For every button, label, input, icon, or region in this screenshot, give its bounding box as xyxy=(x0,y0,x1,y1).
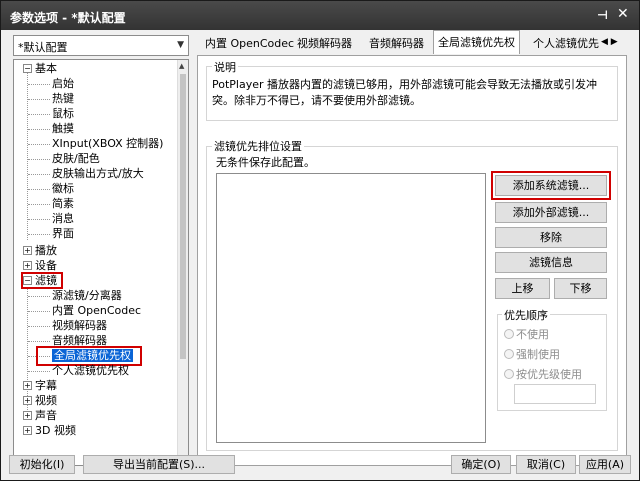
filter-info-button[interactable]: 滤镜信息 xyxy=(495,252,607,273)
tree-item-interface[interactable]: 界面 xyxy=(52,226,74,241)
radio-force-use[interactable]: 强制使用 xyxy=(504,346,560,362)
tab-global-filter-priority[interactable]: 全局滤镜优先权 xyxy=(433,30,520,54)
tab-opencodec[interactable]: 内置 OpenCodec xyxy=(201,32,298,52)
radio-label: 不使用 xyxy=(516,328,549,341)
priority-order-heading: 优先顺序 xyxy=(502,307,550,323)
tab-scroll-arrows[interactable]: ◀ ▶ xyxy=(601,37,618,47)
remove-button[interactable]: 移除 xyxy=(495,227,607,248)
tree-item-logo[interactable]: 徽标 xyxy=(52,181,74,196)
export-config-button[interactable]: 导出当前配置(S)... xyxy=(83,455,235,474)
tree-item-simple[interactable]: 简素 xyxy=(52,196,74,211)
priority-note: 无条件保存此配置。 xyxy=(216,156,315,169)
move-down-button[interactable]: 下移 xyxy=(554,278,607,299)
priority-heading: 滤镜优先排位设置 xyxy=(212,138,304,154)
tree-item-3d-video[interactable]: +3D 视频 xyxy=(23,423,76,438)
tree-item-touch[interactable]: 触摸 xyxy=(52,121,74,136)
radio-use-by-priority[interactable]: 按优先级使用 xyxy=(504,366,582,382)
tree-item-skin[interactable]: 皮肤/配色 xyxy=(52,151,100,166)
tree-item-audio[interactable]: + 声音 xyxy=(23,408,57,423)
tree-item-device[interactable]: + 设备 xyxy=(23,258,57,273)
tree-item-skin-output[interactable]: 皮肤输出方式/放大 xyxy=(52,166,144,181)
title-bar[interactable]: 参数选项 - *默认配置 ⊣ ✕ xyxy=(1,1,639,30)
tree-item-personal-filter-priority[interactable]: 个人滤镜优先权 xyxy=(52,363,129,378)
tree-item-source-filter[interactable]: 源滤镜/分离器 xyxy=(52,288,122,303)
priority-value-input[interactable] xyxy=(514,384,596,404)
tree-item-startup[interactable]: 启始 xyxy=(52,76,74,91)
tree-item-video[interactable]: + 视频 xyxy=(23,393,57,408)
settings-tree[interactable]: − 基本 启始 热键 鼠标 触摸 XInput(XBOX 控制器) 皮肤/配色 皮… xyxy=(13,59,189,466)
preferences-window: 参数选项 - *默认配置 ⊣ ✕ *默认配置 ▼ − 基本 启始 热键 鼠标 触摸… xyxy=(0,0,640,481)
tree-item-mouse[interactable]: 鼠标 xyxy=(52,106,74,121)
scrollbar-thumb[interactable] xyxy=(180,74,186,359)
description-line-1: PotPlayer 播放器内置的滤镜已够用，用外部滤镜可能会导致无法播放或引发冲 xyxy=(212,78,598,91)
ok-button[interactable]: 确定(O) xyxy=(451,455,511,474)
apply-button[interactable]: 应用(A) xyxy=(579,455,631,474)
tree-item-subtitle[interactable]: + 字幕 xyxy=(23,378,57,393)
tree-label: 视频 xyxy=(35,394,57,407)
scroll-up-icon[interactable]: ▲ xyxy=(179,62,184,70)
tree-item-opencodec[interactable]: 内置 OpenCodec xyxy=(52,303,141,318)
tree-label: 声音 xyxy=(35,409,57,422)
expand-icon[interactable]: + xyxy=(23,411,32,420)
filter-list[interactable] xyxy=(216,173,486,443)
tab-personal-filter-priority[interactable]: 个人滤镜优先 xyxy=(529,32,599,52)
tree-item-video-decoder[interactable]: 视频解码器 xyxy=(52,318,107,333)
tree-label: 设备 xyxy=(35,259,57,272)
expand-icon[interactable]: + xyxy=(23,261,32,270)
expand-icon[interactable]: + xyxy=(23,246,32,255)
add-external-filter-button[interactable]: 添加外部滤镜... xyxy=(495,202,607,223)
chevron-down-icon: ▼ xyxy=(177,40,184,50)
radio-icon xyxy=(504,349,514,359)
tree-item-hotkeys[interactable]: 热键 xyxy=(52,91,74,106)
collapse-icon[interactable]: − xyxy=(23,64,32,73)
tree-scrollbar[interactable]: ▲ ▼ xyxy=(177,60,188,465)
description-heading: 说明 xyxy=(212,59,238,75)
move-up-button[interactable]: 上移 xyxy=(495,278,550,299)
dialog-body: *默认配置 ▼ − 基本 启始 热键 鼠标 触摸 XInput(XBOX 控制器)… xyxy=(1,30,639,480)
expand-icon[interactable]: + xyxy=(23,426,32,435)
window-title: 参数选项 - *默认配置 xyxy=(10,11,126,25)
radio-icon xyxy=(504,369,514,379)
tree-label: 3D 视频 xyxy=(35,424,76,437)
cancel-button[interactable]: 取消(C) xyxy=(516,455,576,474)
preset-value: *默认配置 xyxy=(18,41,68,54)
tree-label: 基本 xyxy=(35,62,57,75)
callout-box xyxy=(21,272,63,289)
tree-connector xyxy=(27,68,28,240)
tree-item-xinput[interactable]: XInput(XBOX 控制器) xyxy=(52,136,163,151)
description-line-2: 突。除非万不得已，请不要使用外部滤镜。 xyxy=(212,94,421,107)
tree-item-playback[interactable]: + 播放 xyxy=(23,243,57,258)
expand-icon[interactable]: + xyxy=(23,396,32,405)
tab-audio-decoder[interactable]: 音频解码器 xyxy=(365,32,428,52)
initialize-button[interactable]: 初始化(I) xyxy=(9,455,75,474)
expand-icon[interactable]: + xyxy=(23,381,32,390)
radio-icon xyxy=(504,329,514,339)
pin-icon[interactable]: ⊣ xyxy=(597,8,608,22)
tree-item-messages[interactable]: 消息 xyxy=(52,211,74,226)
close-icon[interactable]: ✕ xyxy=(617,6,629,22)
tree-item-basic[interactable]: − 基本 xyxy=(23,61,57,76)
radio-never-use[interactable]: 不使用 xyxy=(504,326,549,342)
global-filter-priority-panel: 说明 PotPlayer 播放器内置的滤镜已够用，用外部滤镜可能会导致无法播放或… xyxy=(197,55,627,466)
preset-dropdown[interactable]: *默认配置 ▼ xyxy=(13,35,189,56)
tab-video-decoder[interactable]: 视频解码器 xyxy=(293,32,356,52)
callout-box xyxy=(491,171,611,200)
tree-label: 字幕 xyxy=(35,379,57,392)
radio-label: 按优先级使用 xyxy=(516,368,582,381)
tree-label: 播放 xyxy=(35,244,57,257)
radio-label: 强制使用 xyxy=(516,348,560,361)
